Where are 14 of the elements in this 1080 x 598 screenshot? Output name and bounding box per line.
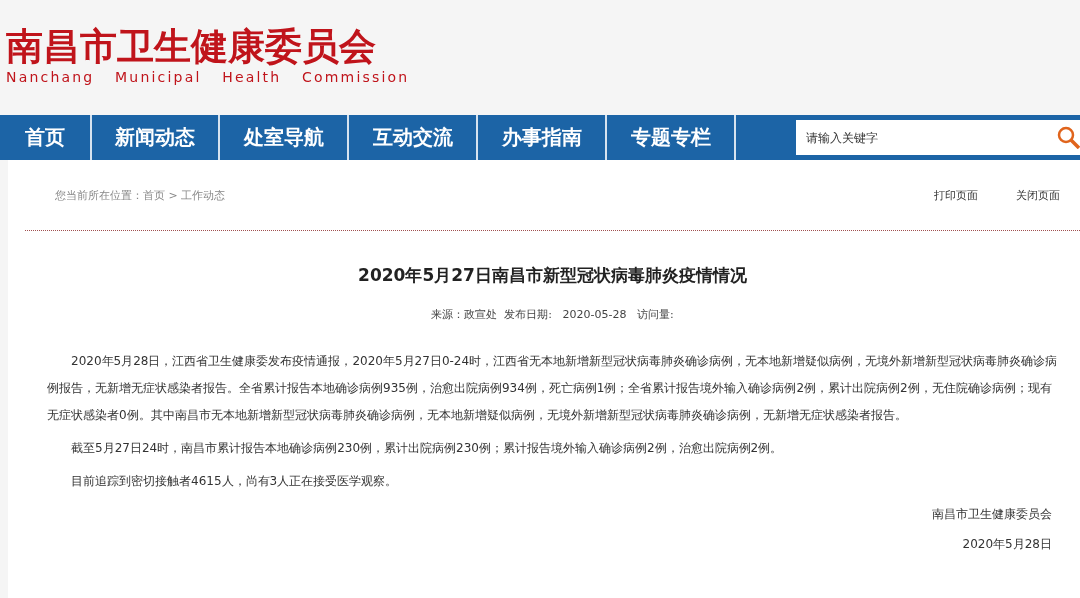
page-action-link[interactable]: 关闭页面 [1016, 187, 1060, 203]
article-title: 2020年5月27日南昌市新型冠状病毒肺炎疫情情况 [357, 264, 748, 287]
article-signature: 南昌市卫生健康委员会 [931, 506, 1053, 523]
search-icon[interactable] [1056, 125, 1080, 149]
article-meta: 来源：政宣处 发布日期: 2020-05-28 访问量: [430, 307, 675, 322]
article-paragraph: 目前追踪到密切接触者4615人，尚有3人正在接受医学观察。 [70, 473, 399, 490]
site-title: 南昌市卫生健康委员会 [6, 26, 376, 68]
article-paragraph: 2020年5月28日，江西省卫生健康委发布疫情通报，2020年5月27日0-24时，江西省无本地新增新型冠状病毒肺炎确诊病例，无本地新增疑似病例，无境外新增新型冠状病毒肺炎确诊病例报告，无新增无症状感染者报告。全省累计报告本地确诊病例935例，治愈出院病例934例，死亡病例1例；全省累计报告境外输入确诊病例2例，累计出院病例2例，无住院确诊病例；现有无症状感染者0例。其中南昌市无本地新增新型冠状病毒肺炎确诊病例，无本地新增疑似病例，无境外新增新型冠状病毒肺炎确诊病例，无新增无症状感染者报告。 [47, 353, 1059, 424]
article-paragraph: 截至5月27日24时，南昌市累计报告本地确诊病例230例，累计出院病例230例；累计报告境外输入确诊病例2例，治愈出院病例2例。 [70, 440, 784, 457]
page-action-link[interactable]: 打印页面 [934, 187, 978, 203]
breadcrumb: 您当前所在位置：首页 > 工作动态 [55, 187, 226, 203]
article-date: 2020年5月28日 [961, 536, 1053, 553]
site-subtitle: Nanchang Municipal Health Commission [6, 68, 410, 86]
search-field[interactable]: 请输入关键字 [796, 120, 1080, 155]
